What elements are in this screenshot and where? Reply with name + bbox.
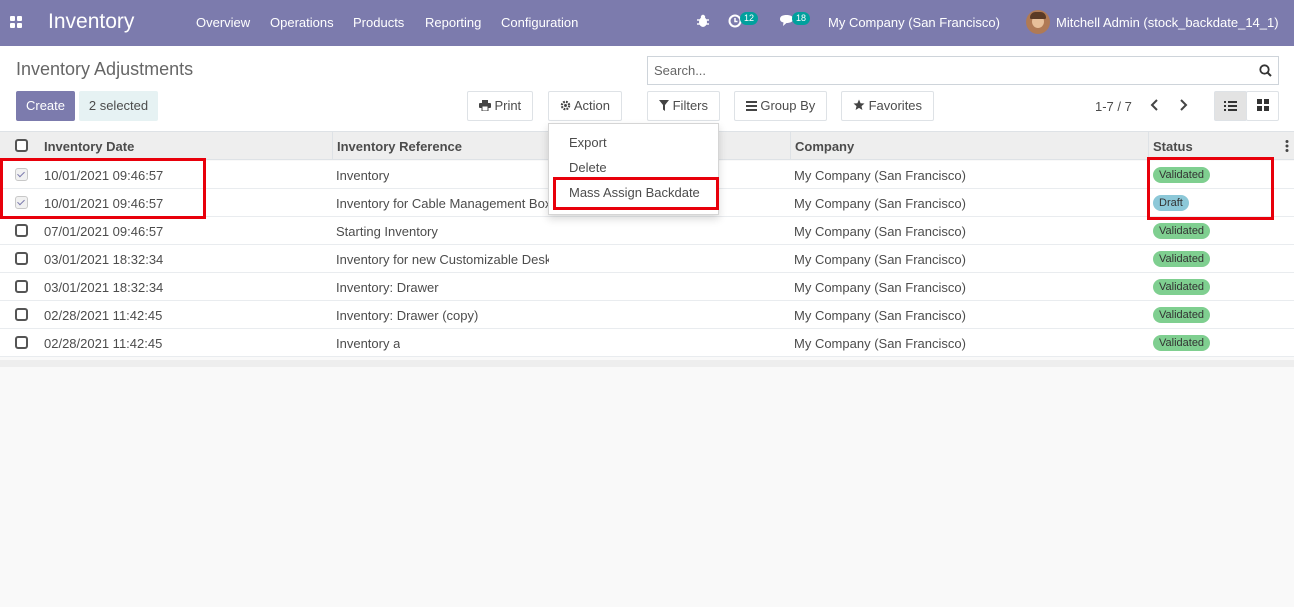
print-label: Print xyxy=(494,98,522,113)
list-view-icon xyxy=(1224,93,1237,121)
cell-company: My Company (San Francisco) xyxy=(794,280,966,295)
menu-overview[interactable]: Overview xyxy=(196,15,250,30)
table-row[interactable]: 03/01/2021 18:32:34 Inventory: Drawer My C… xyxy=(0,273,1294,301)
search-input[interactable] xyxy=(648,57,1248,84)
action-mass-assign-backdate[interactable]: Mass Assign Backdate xyxy=(569,185,700,200)
filters-button[interactable]: Filters xyxy=(647,91,720,121)
column-company[interactable]: Company xyxy=(795,139,854,154)
menu-reporting[interactable]: Reporting xyxy=(425,15,481,30)
column-status[interactable]: Status xyxy=(1153,139,1193,154)
messages-count-badge: 18 xyxy=(792,12,811,25)
cell-inventory-reference: Inventory: Drawer (copy) xyxy=(336,308,479,323)
menu-operations[interactable]: Operations xyxy=(270,15,334,30)
apps-menu-icon[interactable] xyxy=(10,16,24,30)
pager-previous-icon[interactable] xyxy=(1150,99,1160,114)
page-title: Inventory Adjustments xyxy=(16,59,194,79)
action-export[interactable]: Export xyxy=(569,135,607,150)
search-bar xyxy=(647,56,1279,85)
debug-bug-icon[interactable] xyxy=(696,14,710,31)
printer-icon xyxy=(478,93,491,121)
filter-icon xyxy=(658,93,669,121)
list-view-button[interactable] xyxy=(1214,91,1247,121)
action-label: Action xyxy=(573,98,611,113)
status-badge: Draft xyxy=(1153,195,1189,211)
status-badge: Validated xyxy=(1153,223,1211,239)
top-navbar: Inventory Overview Operations Products R… xyxy=(0,0,1294,46)
selected-count: 2 selected xyxy=(79,91,158,121)
group-by-button[interactable]: Group By xyxy=(734,91,827,121)
user-avatar[interactable] xyxy=(1026,10,1050,34)
row-checkbox[interactable] xyxy=(15,336,28,349)
groupby-label: Group By xyxy=(760,98,816,113)
pager-next-icon[interactable] xyxy=(1178,99,1188,114)
row-checkbox[interactable] xyxy=(15,308,28,321)
cell-inventory-date: 10/01/2021 09:46:57 xyxy=(44,168,164,183)
optional-columns-icon[interactable] xyxy=(1285,140,1289,155)
status-badge: Validated xyxy=(1153,307,1211,323)
favorites-button[interactable]: Favorites xyxy=(841,91,934,121)
table-row[interactable]: 02/28/2021 11:42:45 Inventory: Drawer (co… xyxy=(0,301,1294,329)
cell-inventory-date: 03/01/2021 18:32:34 xyxy=(44,280,164,295)
cell-company: My Company (San Francisco) xyxy=(794,224,966,239)
table-row[interactable]: 03/01/2021 18:32:34 Inventory for new Cus… xyxy=(0,245,1294,273)
column-inventory-reference[interactable]: Inventory Reference xyxy=(337,139,462,154)
select-all-checkbox[interactable] xyxy=(15,139,28,152)
create-button[interactable]: Create xyxy=(16,91,75,121)
search-icon[interactable] xyxy=(1259,64,1272,80)
row-checkbox[interactable] xyxy=(15,224,28,237)
print-button[interactable]: Print xyxy=(467,91,533,121)
cell-inventory-reference: Inventory a xyxy=(336,336,401,351)
table-row[interactable]: 02/28/2021 11:42:45 Inventory a My Company… xyxy=(0,329,1294,357)
cell-inventory-date: 02/28/2021 11:42:45 xyxy=(44,308,163,323)
list-bars-icon xyxy=(745,93,757,121)
cell-inventory-date: 10/01/2021 09:46:57 xyxy=(44,196,164,211)
status-badge: Validated xyxy=(1153,335,1211,351)
row-checkbox[interactable] xyxy=(15,168,28,181)
filters-label: Filters xyxy=(672,98,708,113)
kanban-view-icon xyxy=(1256,93,1269,121)
row-checkbox[interactable] xyxy=(15,280,28,293)
cell-inventory-date: 03/01/2021 18:32:34 xyxy=(44,252,164,267)
cell-company: My Company (San Francisco) xyxy=(794,308,966,323)
cell-inventory-reference: Inventory for Cable Management Box xyxy=(336,196,549,211)
cell-inventory-reference: Inventory: Drawer xyxy=(336,280,439,295)
cell-company: My Company (San Francisco) xyxy=(794,168,966,183)
activity-count-badge: 12 xyxy=(740,12,759,25)
company-switcher[interactable]: My Company (San Francisco) xyxy=(828,15,1000,30)
gear-icon xyxy=(560,93,571,121)
row-checkbox[interactable] xyxy=(15,196,28,209)
action-button[interactable]: Action xyxy=(548,91,622,121)
menu-configuration[interactable]: Configuration xyxy=(501,15,578,30)
column-inventory-date[interactable]: Inventory Date xyxy=(44,139,134,154)
cell-company: My Company (San Francisco) xyxy=(794,196,966,211)
favorites-label: Favorites xyxy=(868,98,923,113)
cell-inventory-reference: Starting Inventory xyxy=(336,224,438,239)
control-panel: Inventory Adjustments Create 2 selected … xyxy=(0,46,1294,132)
cell-company: My Company (San Francisco) xyxy=(794,336,966,351)
status-badge: Validated xyxy=(1153,251,1211,267)
cell-inventory-reference: Inventory for new Customizable Desks xyxy=(336,252,549,267)
status-badge: Validated xyxy=(1153,279,1211,295)
table-footer xyxy=(0,360,1294,367)
cell-inventory-reference: Inventory xyxy=(336,168,390,183)
cell-inventory-date: 02/28/2021 11:42:45 xyxy=(44,336,163,351)
kanban-view-button[interactable] xyxy=(1246,91,1279,121)
star-icon xyxy=(853,93,865,121)
action-dropdown-menu: Export Delete Mass Assign Backdate xyxy=(548,123,719,215)
pager-value[interactable]: 1-7 / 7 xyxy=(1095,99,1132,114)
user-menu[interactable]: Mitchell Admin (stock_backdate_14_1) xyxy=(1056,15,1279,30)
row-checkbox[interactable] xyxy=(15,252,28,265)
app-title: Inventory xyxy=(48,10,135,33)
action-delete[interactable]: Delete xyxy=(569,160,607,175)
status-badge: Validated xyxy=(1153,167,1211,183)
table-row[interactable]: 07/01/2021 09:46:57 Starting Inventory My … xyxy=(0,217,1294,245)
menu-products[interactable]: Products xyxy=(353,15,404,30)
cell-company: My Company (San Francisco) xyxy=(794,252,966,267)
cell-inventory-date: 07/01/2021 09:46:57 xyxy=(44,224,164,239)
